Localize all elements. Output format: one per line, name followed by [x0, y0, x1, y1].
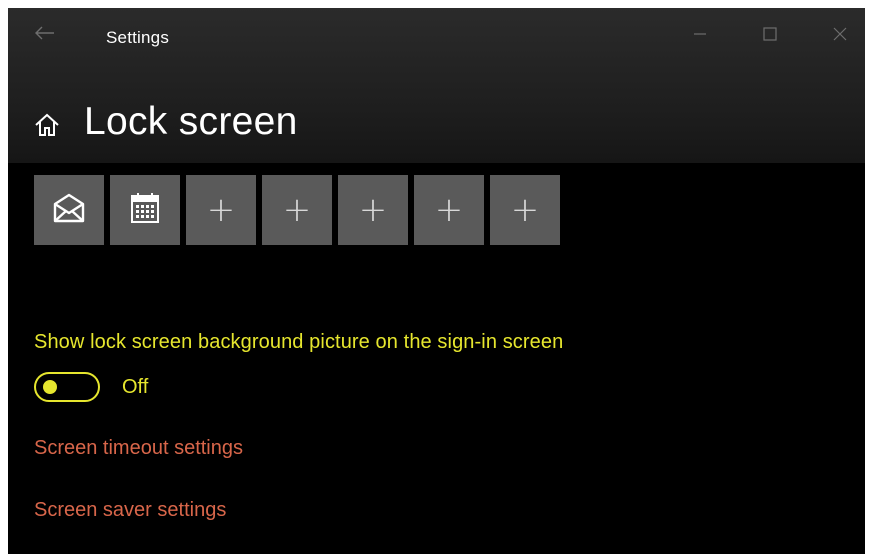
quick-status-tile-mail[interactable]: [34, 175, 104, 245]
screen-saver-settings-link[interactable]: Screen saver settings: [34, 499, 226, 522]
close-icon: [833, 27, 847, 46]
home-icon[interactable]: [32, 110, 62, 140]
minimize-button[interactable]: [678, 20, 722, 52]
signin-background-label: Show lock screen background picture on t…: [34, 331, 564, 353]
maximize-button[interactable]: [748, 20, 792, 52]
screen-timeout-settings-link[interactable]: Screen timeout settings: [34, 437, 243, 460]
plus-icon: +: [510, 190, 540, 230]
signin-background-toggle[interactable]: [34, 372, 100, 402]
quick-status-tile-calendar[interactable]: [110, 175, 180, 245]
back-button[interactable]: [28, 22, 62, 48]
title-bar: Settings: [8, 8, 865, 68]
arrow-left-icon: [35, 26, 55, 45]
settings-window: Settings Lock screen + + + + + Show lock…: [8, 8, 865, 554]
toggle-state-label: Off: [122, 375, 149, 398]
plus-icon: +: [206, 190, 236, 230]
quick-status-tile-add[interactable]: +: [490, 175, 560, 245]
plus-icon: +: [434, 190, 464, 230]
quick-status-apps: + + + + +: [34, 175, 566, 245]
minimize-icon: [693, 27, 707, 46]
close-button[interactable]: [818, 20, 862, 52]
plus-icon: +: [358, 190, 388, 230]
plus-icon: +: [282, 190, 312, 230]
quick-status-tile-add[interactable]: +: [414, 175, 484, 245]
calendar-icon: [129, 191, 161, 230]
page-title: Lock screen: [84, 100, 298, 143]
quick-status-tile-add[interactable]: +: [262, 175, 332, 245]
mail-icon: [51, 190, 87, 231]
maximize-icon: [763, 26, 777, 46]
quick-status-tile-add[interactable]: +: [186, 175, 256, 245]
toggle-knob: [43, 380, 57, 394]
app-title: Settings: [106, 28, 170, 47]
quick-status-tile-add[interactable]: +: [338, 175, 408, 245]
signin-background-toggle-row: Off: [34, 372, 148, 402]
page-heading: Lock screen: [32, 100, 298, 144]
